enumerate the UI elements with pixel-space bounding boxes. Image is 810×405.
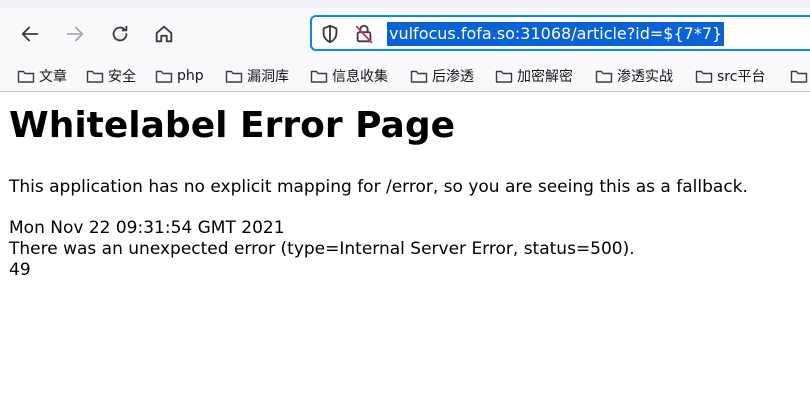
error-result: 49 [9, 260, 31, 280]
folder-icon [17, 70, 35, 83]
folder-icon [410, 70, 428, 83]
bookmark-folder[interactable]: 文章 [17, 66, 67, 86]
forward-arrow-icon [66, 26, 84, 42]
bookmark-folder[interactable]: 安全 [86, 66, 136, 86]
browser-toolbar: vulfocus.fofa.so:31068/article?id=${7*7} [0, 8, 810, 60]
folder-icon [790, 70, 808, 83]
home-icon [155, 25, 173, 43]
bookmark-folder-partial[interactable] [790, 66, 810, 86]
bookmark-folder[interactable]: src平台 [695, 66, 765, 86]
back-arrow-icon [21, 26, 39, 42]
folder-icon [155, 70, 173, 83]
folder-icon [225, 70, 243, 83]
bookmark-label: 加密解密 [517, 69, 573, 85]
shield-icon[interactable] [319, 23, 341, 45]
bookmark-folder[interactable]: 漏洞库 [225, 66, 289, 86]
bookmark-label: 信息收集 [332, 69, 388, 85]
window-top-strip [0, 0, 810, 8]
bookmark-label: 文章 [39, 69, 67, 85]
bookmark-folder[interactable]: 信息收集 [310, 66, 388, 86]
error-details: Mon Nov 22 09:31:54 GMT 2021 There was a… [9, 218, 635, 281]
bookmark-label: 后渗透 [432, 69, 474, 85]
folder-icon [695, 70, 713, 83]
url-bar[interactable]: vulfocus.fofa.so:31068/article?id=${7*7} [310, 15, 810, 51]
bookmark-label: php [177, 68, 204, 84]
bookmark-label: 安全 [108, 69, 136, 85]
bookmark-folder[interactable]: php [155, 66, 204, 86]
reload-button[interactable] [104, 18, 136, 50]
home-button[interactable] [148, 18, 180, 50]
reload-icon [112, 25, 128, 42]
error-message: This application has no explicit mapping… [9, 177, 748, 197]
folder-icon [310, 70, 328, 83]
bookmark-folder[interactable]: 渗透实战 [595, 66, 673, 86]
bookmark-folder[interactable]: 后渗透 [410, 66, 474, 86]
bookmark-label: 渗透实战 [617, 69, 673, 85]
insecure-lock-icon[interactable] [353, 23, 375, 45]
folder-icon [495, 70, 513, 83]
folder-icon [595, 70, 613, 83]
bookmark-label: 漏洞库 [247, 69, 289, 85]
forward-button[interactable] [59, 18, 91, 50]
error-type-line: There was an unexpected error (type=Inte… [9, 239, 635, 259]
error-timestamp: Mon Nov 22 09:31:54 GMT 2021 [9, 218, 285, 238]
back-button[interactable] [14, 18, 46, 50]
bookmark-label: src平台 [717, 69, 766, 85]
bookmarks-bar: 文章 安全 php 漏洞库 信息收集 后渗透 加密解密 渗透实战 src平台 [0, 60, 810, 92]
url-text[interactable]: vulfocus.fofa.so:31068/article?id=${7*7} [387, 22, 725, 46]
bookmark-folder[interactable]: 加密解密 [495, 66, 573, 86]
folder-icon [86, 70, 104, 83]
page-title: Whitelabel Error Page [9, 105, 456, 146]
